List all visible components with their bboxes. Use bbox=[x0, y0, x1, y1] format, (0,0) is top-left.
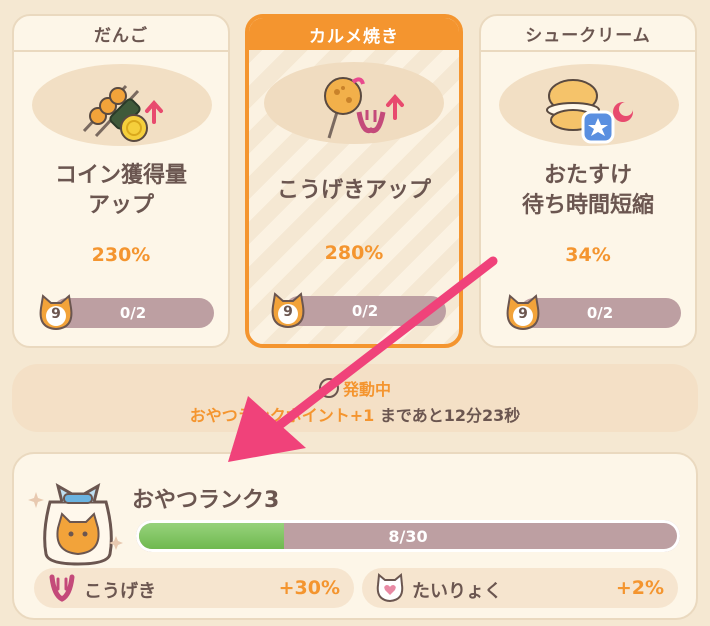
remaining-time-text: まであと12分23秒 bbox=[379, 406, 521, 425]
clock-icon bbox=[318, 378, 339, 398]
card-progress-text: 0/2 bbox=[119, 304, 147, 322]
card-value: 280% bbox=[324, 242, 384, 264]
stat-label: こうげき bbox=[84, 581, 156, 602]
cat-level-badge: 9 bbox=[36, 294, 76, 332]
snack-card-karumeyaki[interactable]: カルメ焼き こうげきアップ 280% 0/2 9 bbox=[245, 14, 463, 348]
cat-level-number: 9 bbox=[51, 306, 61, 322]
rank-title: おやつランク3 bbox=[132, 488, 280, 513]
snack-card-cream-puff[interactable]: シュークリーム おたすけ 待ち時間短縮 34% 0/2 9 bbox=[479, 14, 697, 348]
card-progress-bar: 0/2 bbox=[284, 296, 446, 326]
card-title: こうげきアップ bbox=[276, 178, 431, 203]
card-progress-bar: 0/2 bbox=[52, 298, 214, 328]
stat-value: +2% bbox=[615, 577, 664, 599]
active-label: 発動中 bbox=[342, 380, 391, 399]
bonus-text: おやつランクポイント+1 bbox=[189, 406, 375, 425]
stat-value: +30% bbox=[278, 577, 340, 599]
dango-icon bbox=[82, 84, 163, 142]
cat-level-number: 9 bbox=[518, 306, 528, 322]
cat-level-badge: 9 bbox=[503, 294, 543, 332]
card-progress-bar: 0/2 bbox=[519, 298, 681, 328]
card-title: おたすけ 待ち時間短縮 bbox=[521, 163, 654, 218]
active-label-row: 発動中 bbox=[12, 376, 698, 400]
rank-progress-bar: 8/30 bbox=[136, 520, 680, 552]
card-progress-text: 0/2 bbox=[351, 302, 379, 320]
card-value: 230% bbox=[91, 244, 151, 266]
cat-level-number: 9 bbox=[283, 304, 293, 320]
cat-heart-icon bbox=[376, 573, 404, 603]
cream-puff-icon bbox=[546, 79, 633, 144]
card-progress-text: 0/2 bbox=[586, 304, 614, 322]
karumeyaki-icon bbox=[324, 77, 404, 139]
stat-health: たいりょく +2% bbox=[362, 568, 678, 608]
active-status-band: 発動中 おやつランクポイント+1 まであと12分23秒 bbox=[12, 364, 698, 432]
remaining-time-row: おやつランクポイント+1 まであと12分23秒 bbox=[12, 402, 698, 426]
card-header: カルメ焼き bbox=[249, 18, 459, 50]
cat-level-badge: 9 bbox=[268, 292, 308, 330]
snack-rank-panel: おやつランク3 8/30 こうげき +30% たいりょく +2% bbox=[12, 452, 698, 620]
snack-card-dango[interactable]: だんご コイン獲得量 アップ 230% 0/2 9 bbox=[12, 14, 230, 348]
claw-icon bbox=[49, 574, 75, 602]
card-header: シュークリーム bbox=[481, 16, 695, 52]
card-title: コイン獲得量 アップ bbox=[54, 163, 187, 218]
stat-label: たいりょく bbox=[412, 581, 502, 602]
rank-progress-text: 8/30 bbox=[388, 526, 428, 546]
stat-attack: こうげき +30% bbox=[34, 568, 354, 608]
card-value: 34% bbox=[565, 244, 611, 266]
snack-bag-icon bbox=[28, 482, 123, 566]
card-header: だんご bbox=[14, 16, 228, 52]
